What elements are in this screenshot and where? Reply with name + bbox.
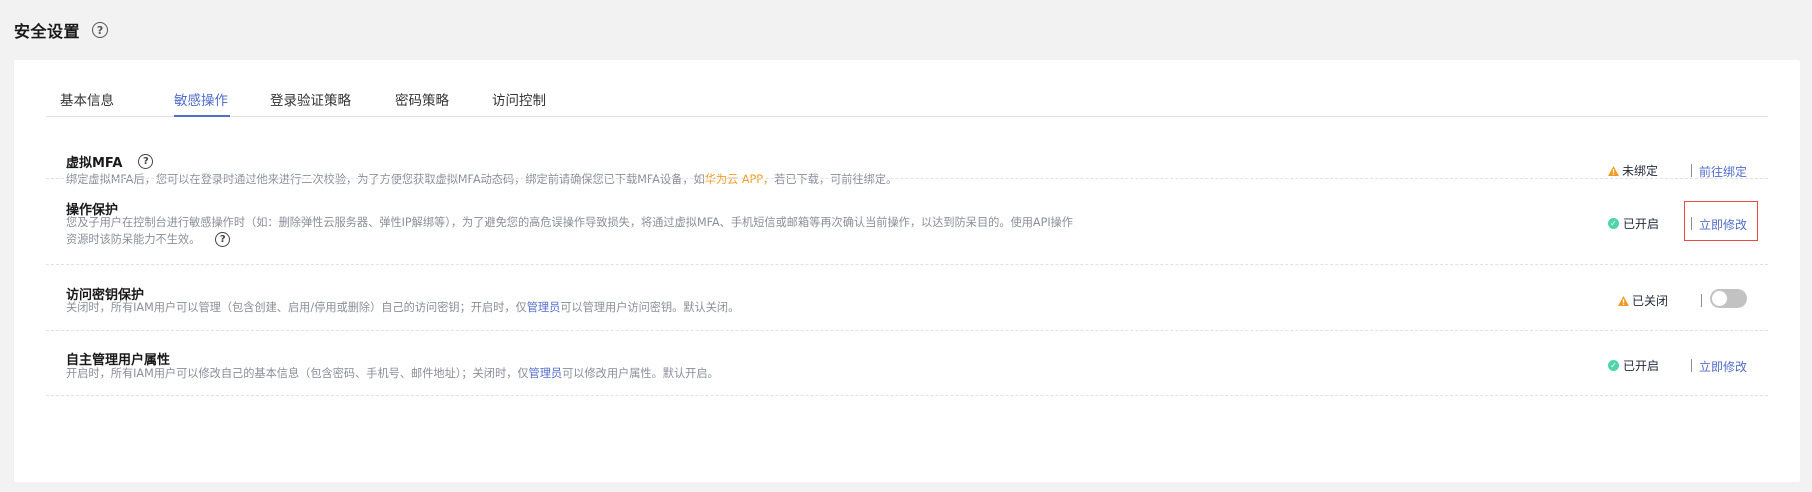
mfa-description: 绑定虚拟MFA后，您可以在登录时通过他来进行二次校验，为了方便您获取虚拟MFA动… xyxy=(66,171,897,188)
access-key-desc-suffix: 可以管理用户访问密钥。默认关闭。 xyxy=(560,301,740,314)
op-protect-desc-line2: 资源时该防呆能力不生效。 xyxy=(66,233,201,246)
tab-password-policy[interactable]: 密码策略 xyxy=(395,89,449,109)
access-key-row: 访问密钥保护 关闭时，所有IAM用户可以管理（包含创建、启用/停用或删除）自己的… xyxy=(46,284,1768,334)
self-manage-row: 自主管理用户属性 开启时，所有IAM用户可以修改自己的基本信息（包含密码、手机号… xyxy=(46,349,1768,399)
op-protect-desc-line1: 您及子用户在控制台进行敏感操作时（如：删除弹性云服务器、弹性IP解绑等），为了避… xyxy=(66,216,1073,229)
row-divider xyxy=(46,395,1768,396)
op-protect-help-icon[interactable]: ? xyxy=(215,232,231,247)
op-protect-status-text: 已开启 xyxy=(1623,217,1660,231)
admin-link[interactable]: 管理员 xyxy=(529,367,563,380)
access-key-status-text: 已关闭 xyxy=(1632,294,1669,308)
warning-icon xyxy=(1618,295,1629,306)
mfa-help-icon[interactable]: ? xyxy=(138,154,154,169)
op-protect-description: 您及子用户在控制台进行敏感操作时（如：删除弹性云服务器、弹性IP解绑等），为了避… xyxy=(66,214,1073,248)
self-manage-desc-suffix: 可以修改用户属性。默认开启。 xyxy=(562,367,719,380)
tab-basic-info[interactable]: 基本信息 xyxy=(60,89,114,109)
divider xyxy=(1691,359,1692,372)
active-tab-indicator xyxy=(174,115,230,117)
mfa-row: 虚拟MFA ? 绑定虚拟MFA后，您可以在登录时通过他来进行二次校验，为了方便您… xyxy=(46,152,1768,202)
check-circle-icon: ✓ xyxy=(1608,360,1619,371)
help-icon[interactable]: ? xyxy=(92,22,109,38)
warning-icon xyxy=(1608,165,1619,176)
toggle-knob xyxy=(1712,291,1727,306)
mfa-desc-text: 绑定虚拟MFA后，您可以在登录时通过他来进行二次校验，为了方便您获取虚拟MFA动… xyxy=(66,173,705,186)
op-protect-row: 操作保护 您及子用户在控制台进行敏感操作时（如：删除弹性云服务器、弹性IP解绑等… xyxy=(46,199,1768,263)
self-manage-description: 开启时，所有IAM用户可以修改自己的基本信息（包含密码、手机号、邮件地址）；关闭… xyxy=(66,365,719,382)
mfa-title: 虚拟MFA ? xyxy=(66,152,154,171)
modify-now-link[interactable]: 立即修改 xyxy=(1699,216,1747,233)
access-key-desc-text: 关闭时，所有IAM用户可以管理（包含创建、启用/停用或删除）自己的访问密钥；开启… xyxy=(66,301,527,314)
tab-login-verification[interactable]: 登录验证策略 xyxy=(270,89,351,109)
access-key-description: 关闭时，所有IAM用户可以管理（包含创建、启用/停用或删除）自己的访问密钥；开启… xyxy=(66,299,739,316)
mfa-title-text: 虚拟MFA xyxy=(66,156,123,171)
self-manage-desc-text: 开启时，所有IAM用户可以修改自己的基本信息（包含密码、手机号、邮件地址）；关闭… xyxy=(66,367,529,380)
tab-bar: 基本信息 敏感操作 登录验证策略 密码策略 访问控制 xyxy=(46,80,1768,117)
page-title: 安全设置 xyxy=(14,22,81,41)
tab-sensitive-operations[interactable]: 敏感操作 xyxy=(174,89,228,109)
divider xyxy=(1691,164,1692,177)
row-divider xyxy=(46,330,1768,331)
mfa-status-text: 未绑定 xyxy=(1622,164,1659,178)
mfa-desc-suffix: 若已下载，可前往绑定。 xyxy=(774,173,898,186)
modify-now-link[interactable]: 立即修改 xyxy=(1699,358,1747,375)
huawei-cloud-app-link[interactable]: 华为云 APP， xyxy=(705,173,774,186)
op-protect-desc-line2-wrap: 资源时该防呆能力不生效。 ? xyxy=(66,231,1073,248)
check-circle-icon: ✓ xyxy=(1608,218,1619,229)
tab-access-control[interactable]: 访问控制 xyxy=(492,89,546,109)
self-manage-status-text: 已开启 xyxy=(1623,359,1660,373)
mfa-status: 未绑定 xyxy=(1608,162,1658,179)
settings-card: 基本信息 敏感操作 登录验证策略 密码策略 访问控制 虚拟MFA ? 绑定虚拟M… xyxy=(14,60,1800,482)
row-divider xyxy=(46,264,1768,265)
access-key-status: 已关闭 xyxy=(1618,292,1668,309)
self-manage-status: ✓ 已开启 xyxy=(1608,357,1659,374)
op-protect-status: ✓ 已开启 xyxy=(1608,215,1659,232)
row-divider xyxy=(46,178,1768,179)
divider xyxy=(1701,294,1702,307)
access-key-toggle[interactable] xyxy=(1710,289,1747,308)
page-header: 安全设置 ? xyxy=(14,18,109,42)
admin-link[interactable]: 管理员 xyxy=(527,301,561,314)
